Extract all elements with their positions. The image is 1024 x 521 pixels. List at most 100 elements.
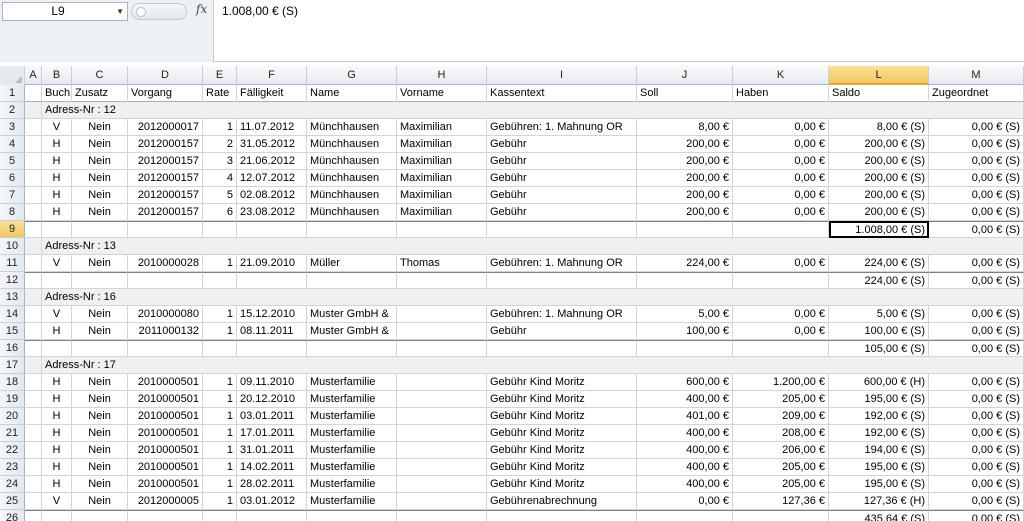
cell-j[interactable]: 400,00 €	[637, 442, 733, 459]
cell[interactable]	[25, 187, 42, 204]
cell-i[interactable]: Gebühr	[487, 170, 637, 187]
cell-m[interactable]: 0,00 € (S)	[929, 255, 1024, 272]
column-title-i[interactable]: Kassentext	[487, 85, 637, 102]
cell[interactable]	[42, 272, 72, 289]
cell[interactable]	[733, 221, 829, 238]
cell-h[interactable]: Maximilian	[397, 187, 487, 204]
cell-l[interactable]: 224,00 € (S)	[829, 255, 929, 272]
cell-d[interactable]: 2010000501	[128, 408, 203, 425]
cell-c[interactable]: Nein	[72, 323, 128, 340]
cell-h[interactable]: Maximilian	[397, 170, 487, 187]
cell[interactable]	[25, 374, 42, 391]
cell-d[interactable]: 2011000132	[128, 323, 203, 340]
cell-f[interactable]: 09.11.2010	[237, 374, 307, 391]
cell-c[interactable]: Nein	[72, 493, 128, 510]
cell[interactable]	[25, 272, 42, 289]
cell-e[interactable]: 1	[203, 476, 237, 493]
cell-m[interactable]: 0,00 € (S)	[929, 153, 1024, 170]
cell-k[interactable]: 0,00 €	[733, 204, 829, 221]
cell[interactable]	[25, 340, 42, 357]
cell-e[interactable]: 2	[203, 136, 237, 153]
row-header[interactable]: 2	[0, 102, 25, 119]
cell-l[interactable]: 194,00 € (S)	[829, 442, 929, 459]
select-all-button[interactable]	[0, 66, 25, 85]
cell-h[interactable]	[397, 493, 487, 510]
row-header[interactable]: 19	[0, 391, 25, 408]
subtotal-saldo[interactable]: 105,00 € (S)	[829, 340, 929, 357]
row-header[interactable]: 14	[0, 306, 25, 323]
cell[interactable]	[25, 459, 42, 476]
subtotal-zugeordnet[interactable]: 0,00 € (S)	[929, 340, 1024, 357]
cell-m[interactable]: 0,00 € (S)	[929, 493, 1024, 510]
cell-m[interactable]: 0,00 € (S)	[929, 442, 1024, 459]
cell-h[interactable]	[397, 323, 487, 340]
cell-d[interactable]: 2010000501	[128, 374, 203, 391]
cell-g[interactable]: Musterfamilie	[307, 374, 397, 391]
cell-k[interactable]: 209,00 €	[733, 408, 829, 425]
cell-j[interactable]: 200,00 €	[637, 170, 733, 187]
cell[interactable]	[72, 221, 128, 238]
cell-g[interactable]: Musterfamilie	[307, 476, 397, 493]
cell-b[interactable]: H	[42, 153, 72, 170]
cell-k[interactable]: 0,00 €	[733, 119, 829, 136]
cell-e[interactable]: 4	[203, 170, 237, 187]
cell-i[interactable]: Gebühr Kind Moritz	[487, 459, 637, 476]
cell-d[interactable]: 2012000157	[128, 204, 203, 221]
cell-h[interactable]: Maximilian	[397, 119, 487, 136]
cell-j[interactable]: 0,00 €	[637, 493, 733, 510]
cell-g[interactable]: Musterfamilie	[307, 493, 397, 510]
cell[interactable]	[637, 510, 733, 521]
cell-b[interactable]: H	[42, 459, 72, 476]
cell[interactable]	[25, 221, 42, 238]
cell[interactable]	[25, 153, 42, 170]
cell-l[interactable]: 5,00 € (S)	[829, 306, 929, 323]
cell-m[interactable]: 0,00 € (S)	[929, 204, 1024, 221]
cell[interactable]	[25, 510, 42, 521]
cell[interactable]	[307, 272, 397, 289]
cell-g[interactable]: Münchhausen	[307, 153, 397, 170]
row-header[interactable]: 22	[0, 442, 25, 459]
cell[interactable]: -	[25, 289, 42, 306]
cell[interactable]	[25, 255, 42, 272]
cell-g[interactable]: Muster GmbH &	[307, 306, 397, 323]
cell-j[interactable]: 400,00 €	[637, 391, 733, 408]
cell-f[interactable]: 20.12.2010	[237, 391, 307, 408]
cell-e[interactable]: 1	[203, 425, 237, 442]
cell-l[interactable]: 100,00 € (S)	[829, 323, 929, 340]
cell-l[interactable]: 127,36 € (H)	[829, 493, 929, 510]
cell-f[interactable]: 17.01.2011	[237, 425, 307, 442]
cell-c[interactable]: Nein	[72, 255, 128, 272]
cell-f[interactable]: 02.08.2012	[237, 187, 307, 204]
cell-g[interactable]: Musterfamilie	[307, 408, 397, 425]
cell-b[interactable]: V	[42, 306, 72, 323]
cell-j[interactable]: 400,00 €	[637, 459, 733, 476]
row-header[interactable]: 23	[0, 459, 25, 476]
cell-b[interactable]: H	[42, 408, 72, 425]
cell-e[interactable]: 1	[203, 459, 237, 476]
cell-h[interactable]	[397, 306, 487, 323]
cell-b[interactable]: H	[42, 442, 72, 459]
cell[interactable]	[733, 272, 829, 289]
cell-k[interactable]: 0,00 €	[733, 136, 829, 153]
cell[interactable]	[397, 221, 487, 238]
cell-l[interactable]: 200,00 € (S)	[829, 187, 929, 204]
cell[interactable]	[128, 510, 203, 521]
cell-f[interactable]: 08.11.2011	[237, 323, 307, 340]
cell[interactable]	[237, 272, 307, 289]
cell-i[interactable]: Gebühr Kind Moritz	[487, 408, 637, 425]
cell[interactable]	[72, 510, 128, 521]
cell-e[interactable]: 1	[203, 442, 237, 459]
cell[interactable]	[72, 340, 128, 357]
cell-i[interactable]: Gebühr	[487, 153, 637, 170]
cell-m[interactable]: 0,00 € (S)	[929, 425, 1024, 442]
cell-d[interactable]: 2010000501	[128, 442, 203, 459]
cell[interactable]	[25, 170, 42, 187]
cell-e[interactable]: 1	[203, 119, 237, 136]
cell-k[interactable]: 205,00 €	[733, 459, 829, 476]
cell[interactable]	[397, 340, 487, 357]
cell[interactable]	[128, 340, 203, 357]
cell-d[interactable]: 2010000501	[128, 391, 203, 408]
cell-f[interactable]: 03.01.2012	[237, 493, 307, 510]
cell-f[interactable]: 14.02.2011	[237, 459, 307, 476]
cell[interactable]	[733, 510, 829, 521]
